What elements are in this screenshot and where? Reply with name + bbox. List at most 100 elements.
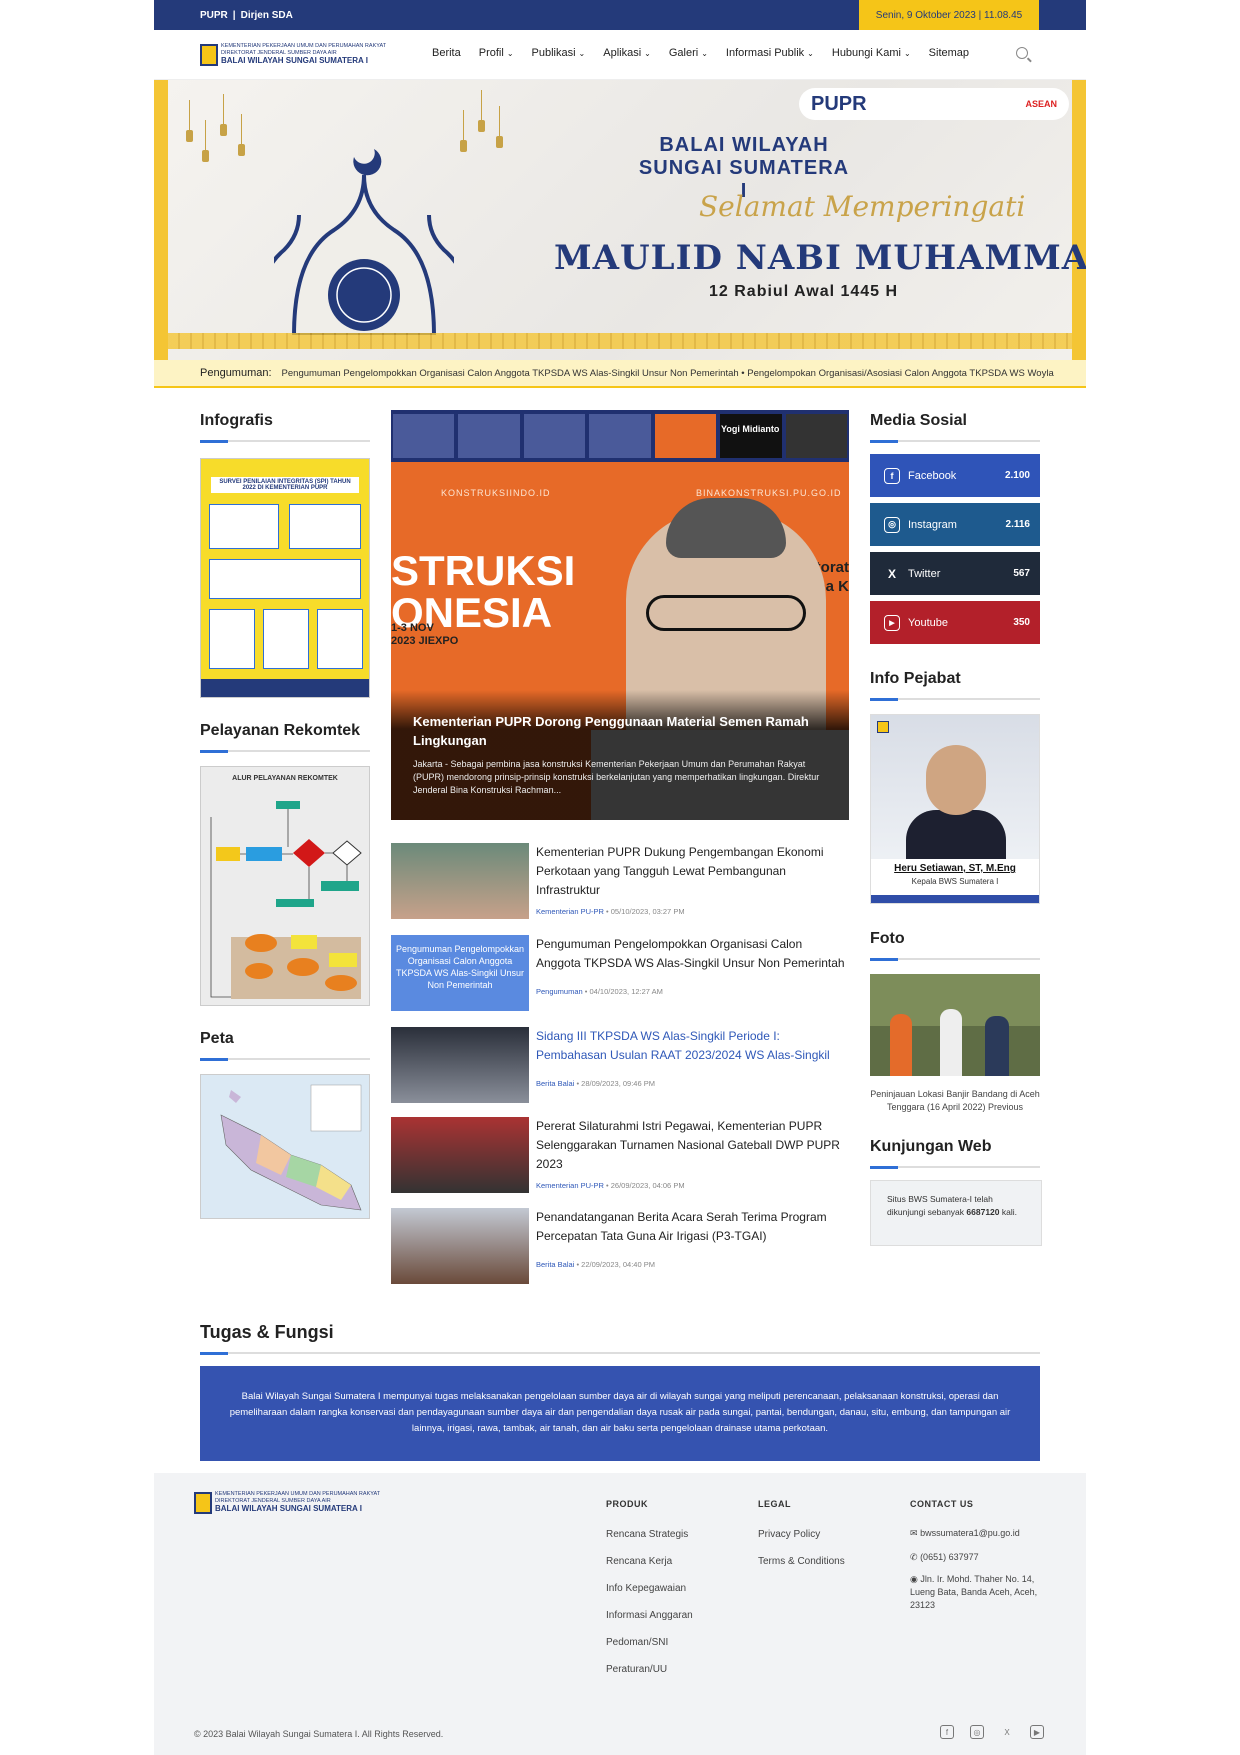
- datetime-display: Senin, 9 Oktober 2023 | 11.08.45: [859, 0, 1039, 30]
- chevron-down-icon: ⌄: [701, 49, 708, 58]
- pupr-link[interactable]: PUPR: [200, 10, 228, 21]
- rekomtek-heading: Pelayanan Rekomtek: [200, 722, 361, 739]
- news-thumbnail[interactable]: Pengumuman Pengelompokkan Organisasi Cal…: [391, 935, 529, 1011]
- pejabat-suit-shape: [906, 810, 1006, 865]
- contact-email[interactable]: ✉ bwssumatera1@pu.go.id: [910, 1527, 1020, 1540]
- footer-link-terms[interactable]: Terms & Conditions: [758, 1556, 845, 1567]
- peta-map-image[interactable]: [200, 1074, 370, 1219]
- footer-link-peraturan-uu[interactable]: Peraturan/UU: [606, 1664, 667, 1675]
- news-meta: Berita Balai • 22/09/2023, 04:40 PM: [536, 1260, 655, 1269]
- hero-event-date: 1-3 NOV 2023 JIEXPO: [391, 622, 459, 647]
- flowchart-diagram: [210, 801, 362, 999]
- main-nav: KEMENTERIAN PEKERJAAN UMUM DAN PERUMAHAN…: [154, 30, 1086, 80]
- infografis-box: [209, 504, 279, 549]
- news-thumbnail[interactable]: [391, 1027, 529, 1103]
- tugas-heading: Tugas & Fungsi: [200, 1322, 334, 1342]
- news-meta: Berita Balai • 28/09/2023, 09:46 PM: [536, 1079, 655, 1088]
- youtube-icon[interactable]: ▶: [1030, 1725, 1044, 1739]
- heading-underline: [200, 749, 370, 753]
- pejabat-card[interactable]: Heru Setiawan, ST, M.Eng Kepala BWS Suma…: [870, 714, 1040, 904]
- contact-address: ◉ Jln. Ir. Mohd. Thaher No. 14, Lueng Ba…: [910, 1574, 1038, 1610]
- infografis-box: [209, 559, 361, 599]
- nav-item-berita[interactable]: Berita: [432, 47, 461, 59]
- visits-count: 6687120: [966, 1207, 1000, 1217]
- nav-item-publikasi[interactable]: Publikasi ⌄: [532, 47, 586, 59]
- location-pin-icon: ◉: [910, 1574, 918, 1584]
- nav-item-sitemap[interactable]: Sitemap: [929, 47, 969, 59]
- news-meta: Kementerian PU-PR • 05/10/2023, 03:27 PM: [536, 907, 685, 916]
- hero-description: Jakarta - Sebagai pembina jasa konstruks…: [413, 759, 820, 795]
- news-title[interactable]: Sidang III TKPSDA WS Alas-Singkil Period…: [536, 1027, 849, 1065]
- dirjen-sda-link[interactable]: Dirjen SDA: [241, 10, 293, 21]
- top-links: PUPR | Dirjen SDA: [200, 10, 293, 21]
- search-icon[interactable]: [1016, 47, 1028, 59]
- lantern-icon: [496, 106, 503, 148]
- video-participant-strip: [391, 410, 849, 462]
- pejabat-name: Heru Setiawan, ST, M.Eng: [894, 863, 1016, 874]
- instagram-button[interactable]: ◎ Instagram 2.116: [870, 503, 1040, 546]
- facebook-icon[interactable]: f: [940, 1725, 954, 1739]
- featured-article[interactable]: Yogi Midianto KONSTRUKSIINDO.ID BINAKONS…: [391, 410, 849, 820]
- footer-link-pedoman-sni[interactable]: Pedoman/SNI: [606, 1637, 668, 1648]
- footer-link-rencana-strategis[interactable]: Rencana Strategis: [606, 1529, 688, 1540]
- site-logo[interactable]: KEMENTERIAN PEKERJAAN UMUM DAN PERUMAHAN…: [200, 43, 386, 66]
- top-bar: PUPR | Dirjen SDA Senin, 9 Oktober 2023 | …: [154, 0, 1086, 30]
- instagram-count: 2.116: [1005, 519, 1030, 530]
- news-title[interactable]: Pererat Silaturahmi Istri Pegawai, Kemen…: [536, 1117, 849, 1174]
- news-title[interactable]: Pengumuman Pengelompokkan Organisasi Cal…: [536, 935, 849, 973]
- visit-counter: Situs BWS Sumatera-I telah dikunjungi se…: [870, 1180, 1042, 1246]
- hero-title[interactable]: Kementerian PUPR Dorong Penggunaan Mater…: [413, 712, 833, 750]
- news-item[interactable]: Kementerian PUPR Dukung Pengembangan Eko…: [391, 843, 849, 923]
- news-item[interactable]: Pererat Silaturahmi Istri Pegawai, Kemen…: [391, 1117, 849, 1197]
- nav-menu: Berita Profil ⌄ Publikasi ⌄ Aplikasi ⌄ Gale…: [432, 47, 987, 59]
- news-item[interactable]: Pengumuman Pengelompokkan Organisasi Cal…: [391, 935, 849, 1015]
- infografis-box: [209, 609, 255, 669]
- chevron-down-icon: ⌄: [644, 49, 651, 58]
- twitter-x-icon: X: [887, 566, 896, 581]
- heading-underline: [200, 1351, 1040, 1355]
- instagram-label: Instagram: [908, 518, 957, 531]
- nav-item-galeri[interactable]: Galeri ⌄: [669, 47, 708, 59]
- logo-line-3: BALAI WILAYAH SUNGAI SUMATERA I: [221, 56, 368, 65]
- footer-social-icons: f ◎ X ▶: [940, 1725, 1060, 1739]
- footer-link-info-kepegawaian[interactable]: Info Kepegawaian: [606, 1583, 686, 1594]
- hero-banner: PUPR ASEAN BALAI WILAYAH SUNGAI SUMATERA …: [154, 80, 1086, 360]
- footer-link-privacy-policy[interactable]: Privacy Policy: [758, 1529, 820, 1540]
- heading-underline: [200, 439, 370, 443]
- chevron-down-icon: ⌄: [578, 49, 586, 58]
- rekomtek-flowchart-image[interactable]: ALUR PELAYANAN REKOMTEK: [200, 766, 370, 1006]
- speaker-label: Yogi Midianto: [721, 424, 780, 434]
- footer-link-rencana-kerja[interactable]: Rencana Kerja: [606, 1556, 672, 1567]
- twitter-x-icon[interactable]: X: [1000, 1725, 1014, 1739]
- instagram-icon: ◎: [884, 516, 900, 533]
- foto-person: [940, 1009, 962, 1076]
- chevron-down-icon: ⌄: [807, 49, 814, 58]
- news-thumbnail[interactable]: [391, 1208, 529, 1284]
- news-thumbnail[interactable]: [391, 1117, 529, 1193]
- facebook-button[interactable]: f Facebook 2.100: [870, 454, 1040, 497]
- youtube-icon: ▶: [884, 614, 900, 631]
- footer-logo[interactable]: KEMENTERIAN PEKERJAAN UMUM DAN PERUMAHAN…: [194, 1491, 380, 1514]
- tugas-text: Balai Wilayah Sungai Sumatera I mempunya…: [200, 1366, 1040, 1461]
- announcement-ticker: Pengumuman: Pengumuman Pengelompokkan Or…: [154, 360, 1086, 388]
- nav-item-profil[interactable]: Profil ⌄: [479, 47, 514, 59]
- peta-heading: Peta: [200, 1030, 234, 1047]
- infografis-image[interactable]: SURVEI PENILAIAN INTEGRITAS (SPI) TAHUN …: [200, 458, 370, 698]
- nav-item-aplikasi[interactable]: Aplikasi ⌄: [603, 47, 651, 59]
- news-item[interactable]: Sidang III TKPSDA WS Alas-Singkil Period…: [391, 1027, 849, 1107]
- news-title[interactable]: Kementerian PUPR Dukung Pengembangan Eko…: [536, 843, 849, 900]
- infografis-footer: [201, 679, 369, 697]
- news-item[interactable]: Penandatanganan Berita Acara Serah Terim…: [391, 1208, 849, 1288]
- phone-icon: ✆: [910, 1552, 918, 1562]
- announcement-text[interactable]: Pengumuman Pengelompokkan Organisasi Cal…: [282, 368, 1054, 379]
- nav-item-informasi-publik[interactable]: Informasi Publik ⌄: [726, 47, 814, 59]
- news-title[interactable]: Penandatanganan Berita Acara Serah Terim…: [536, 1208, 849, 1246]
- twitter-button[interactable]: X Twitter 567: [870, 552, 1040, 595]
- youtube-button[interactable]: ▶ Youtube 350: [870, 601, 1040, 644]
- news-thumbnail[interactable]: [391, 843, 529, 919]
- instagram-icon[interactable]: ◎: [970, 1725, 984, 1739]
- news-meta: Kementerian PU-PR • 26/09/2023, 04:06 PM: [536, 1181, 685, 1190]
- foto-gallery-image[interactable]: [870, 974, 1040, 1076]
- nav-item-hubungi-kami[interactable]: Hubungi Kami ⌄: [832, 47, 911, 59]
- footer-link-informasi-anggaran[interactable]: Informasi Anggaran: [606, 1610, 693, 1621]
